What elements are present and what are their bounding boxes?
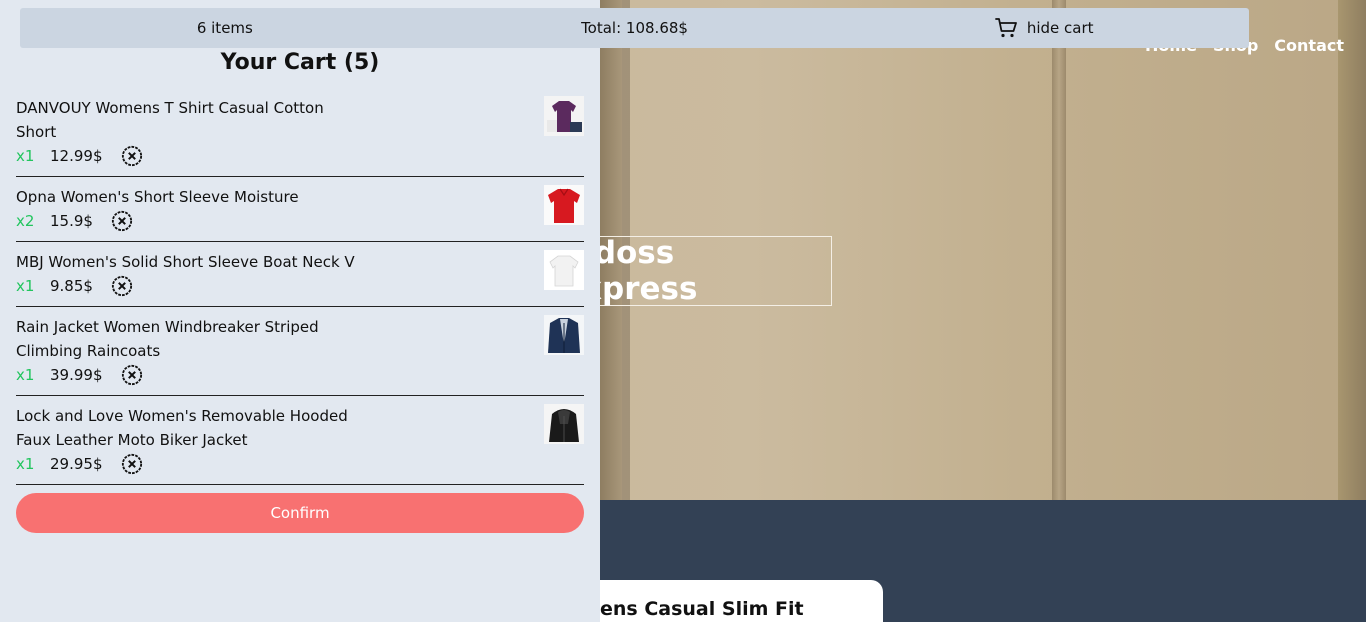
items-count: 6 items (196, 19, 253, 37)
cart-item-price: 9.85$ (50, 277, 93, 295)
cart-item-price: 12.99$ (50, 147, 103, 165)
cart-item: DANVOUY Womens T Shirt Casual Cotton Sho… (16, 96, 584, 177)
product-thumbnail-black-leather-jacket (544, 404, 584, 444)
cart-item-qty: x1 (16, 277, 35, 295)
circle-x-icon[interactable] (121, 453, 143, 475)
cart-item-price: 39.99$ (50, 366, 103, 384)
wood-plank-line (1052, 0, 1066, 500)
circle-x-icon[interactable] (111, 275, 133, 297)
cart-item-qty: x2 (16, 212, 35, 230)
product-thumbnail-purple-tshirt (544, 96, 584, 136)
circle-x-icon[interactable] (121, 364, 143, 386)
cart-summary-bar: 6 items Total: 108.68$ hide cart (20, 8, 1249, 48)
cart-item-name: Rain Jacket Women Windbreaker Striped Cl… (16, 318, 319, 360)
cart-item: Lock and Love Women's Removable Hooded F… (16, 404, 584, 485)
hide-cart-label: hide cart (1026, 19, 1094, 37)
cart-item-name: Opna Women's Short Sleeve Moisture (16, 188, 299, 206)
cart-item-name: DANVOUY Womens T Shirt Casual Cotton Sho… (16, 99, 324, 141)
cart-panel: Your Cart (5) DANVOUY Womens T Shirt Cas… (0, 0, 600, 622)
product-card-title: ens Casual Slim Fit (600, 598, 804, 620)
cart-item: Opna Women's Short Sleeve Moisture x2 15… (16, 185, 584, 242)
cart-item-price: 29.95$ (50, 455, 103, 473)
product-card[interactable]: ens Casual Slim Fit (560, 580, 883, 622)
confirm-button[interactable]: Confirm (16, 493, 584, 533)
cart-item-qty: x1 (16, 455, 35, 473)
circle-x-icon[interactable] (121, 145, 143, 167)
cart-item-price: 15.9$ (50, 212, 93, 230)
product-thumbnail-white-tshirt (544, 250, 584, 290)
hide-cart-button[interactable]: hide cart (839, 16, 1249, 40)
cart-list: DANVOUY Womens T Shirt Casual Cotton Sho… (16, 96, 584, 493)
cart-item-qty: x1 (16, 147, 35, 165)
circle-x-icon[interactable] (111, 210, 133, 232)
cart-item-name: MBJ Women's Solid Short Sleeve Boat Neck… (16, 253, 355, 271)
hero-title: didoss express (560, 235, 832, 307)
wood-plank-line (1338, 0, 1366, 500)
product-thumbnail-navy-jacket (544, 315, 584, 355)
cart-title: Your Cart (5) (220, 50, 380, 75)
product-thumbnail-red-tshirt (544, 185, 584, 225)
cart-item: MBJ Women's Solid Short Sleeve Boat Neck… (16, 250, 584, 307)
nav-contact-link[interactable]: Contact (1274, 36, 1344, 55)
cart-item-name: Lock and Love Women's Removable Hooded F… (16, 407, 348, 449)
cart-item: Rain Jacket Women Windbreaker Striped Cl… (16, 315, 584, 396)
shopping-cart-icon (994, 18, 1017, 38)
cart-item-qty: x1 (16, 366, 35, 384)
cart-total: Total: 108.68$ (581, 19, 688, 37)
